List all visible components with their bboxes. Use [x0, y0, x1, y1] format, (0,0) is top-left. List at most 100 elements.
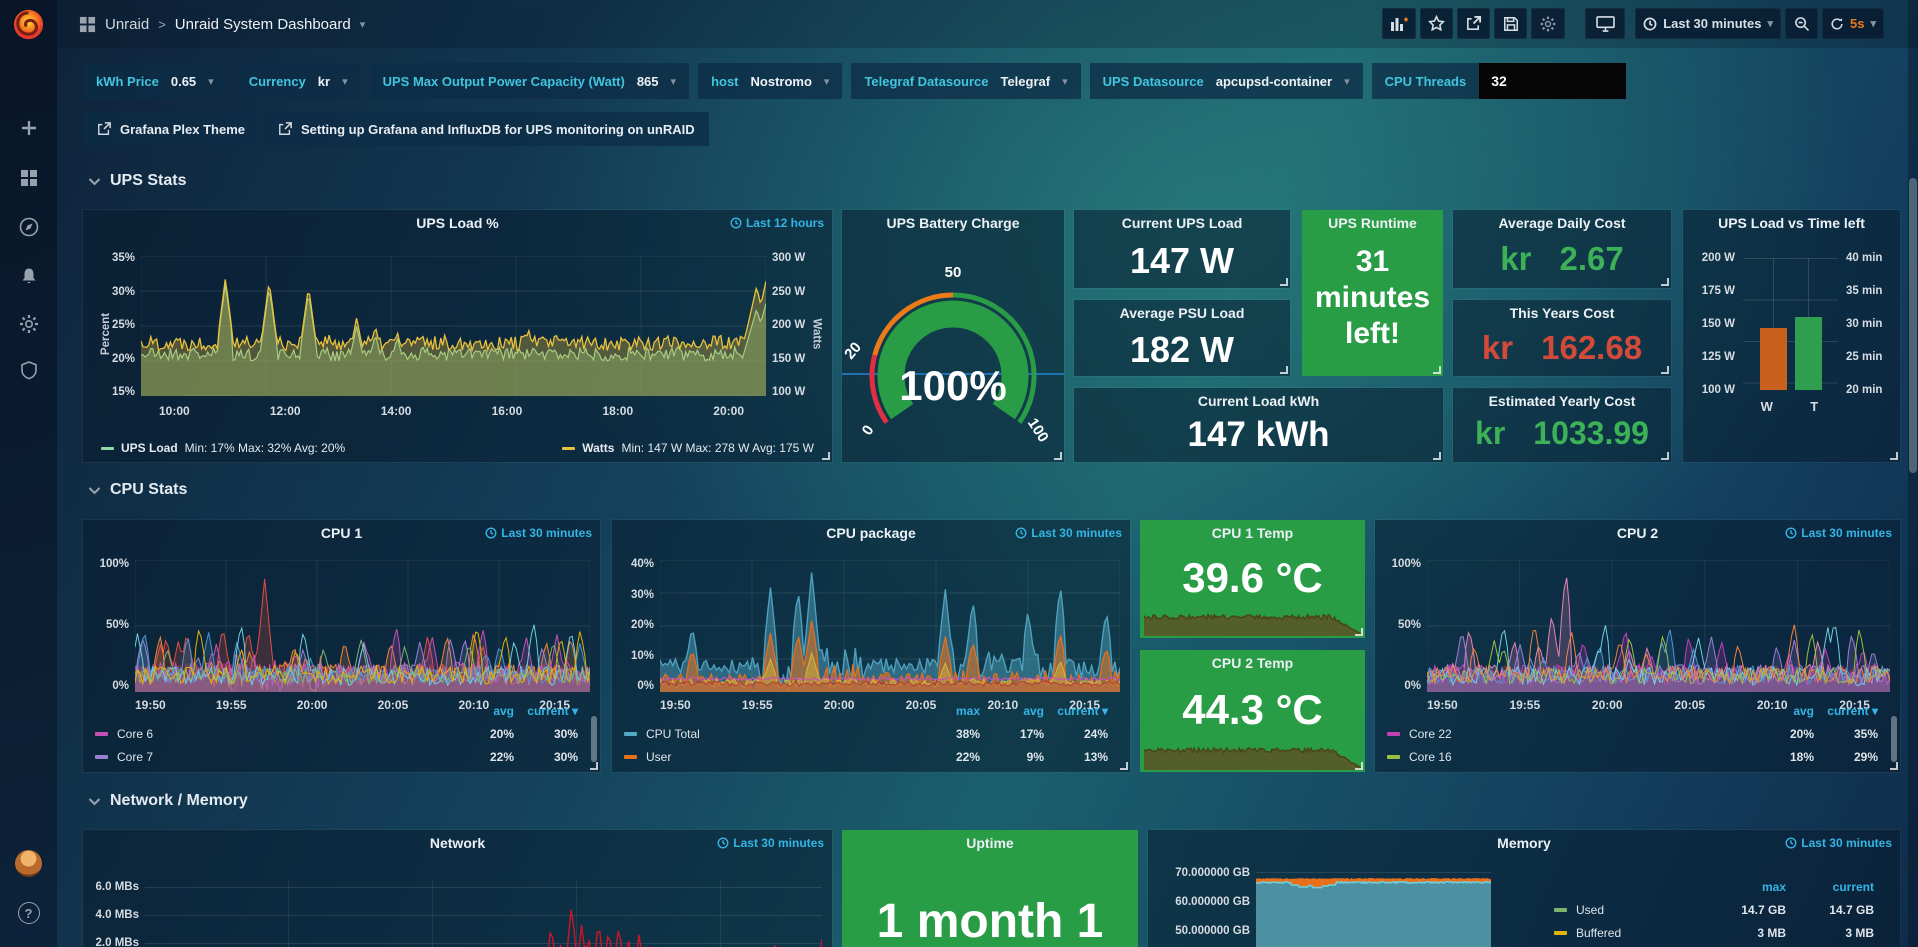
- legend-header-current[interactable]: current ▾: [514, 704, 578, 718]
- panel-title[interactable]: Uptime: [842, 830, 1138, 857]
- bar-chart[interactable]: [1743, 258, 1838, 390]
- y-axis: 100%50%0%: [1383, 558, 1421, 692]
- panel-resize-handle[interactable]: [590, 762, 598, 770]
- panel-title[interactable]: Estimated Yearly Cost: [1453, 388, 1671, 415]
- legend-table: maxcurrentUsed14.7 GB14.7 GBBuffered3 MB…: [1554, 875, 1874, 944]
- legend-series[interactable]: UPS Load: [121, 441, 178, 455]
- y-tick: 35%: [99, 252, 135, 264]
- create-plus-icon[interactable]: [0, 110, 57, 146]
- legend-header-current[interactable]: current ▾: [1814, 704, 1878, 718]
- dashboard-picker-caret-icon[interactable]: ▾: [360, 18, 366, 31]
- legend-series[interactable]: CPU Total: [624, 727, 916, 741]
- section-cpu-stats[interactable]: CPU Stats: [88, 481, 187, 499]
- panel-title[interactable]: UPS Runtime: [1302, 210, 1443, 237]
- panel-title[interactable]: UPS Load vs Time left: [1683, 210, 1900, 237]
- scrollbar-thumb[interactable]: [1909, 178, 1917, 473]
- y-axis: 70.000000 GB60.000000 GB50.000000 GB: [1156, 867, 1250, 947]
- cpu2-chart[interactable]: [1427, 560, 1890, 692]
- legend-series[interactable]: Core 6: [95, 727, 450, 741]
- grafana-logo-icon[interactable]: [9, 5, 48, 44]
- link-grafana-plex-theme[interactable]: Grafana Plex Theme: [83, 112, 259, 146]
- panel-title[interactable]: CPU 1 Temp: [1140, 520, 1365, 547]
- panel-resize-handle[interactable]: [1433, 366, 1441, 374]
- panel-title[interactable]: UPS Load %: [83, 210, 832, 237]
- legend-header-max[interactable]: max: [1698, 880, 1786, 894]
- legend-marker: [1554, 931, 1567, 935]
- legend-header-avg[interactable]: avg: [980, 704, 1044, 718]
- panel-resize-handle[interactable]: [1661, 366, 1669, 374]
- cpu1-chart[interactable]: [135, 560, 590, 692]
- panel-resize-handle[interactable]: [1661, 452, 1669, 460]
- panel-title[interactable]: Current UPS Load: [1074, 210, 1290, 237]
- bar-T[interactable]: [1795, 317, 1822, 390]
- panel-resize-handle[interactable]: [1890, 452, 1898, 460]
- section-network-memory[interactable]: Network / Memory: [88, 792, 248, 810]
- panel-title[interactable]: UPS Battery Charge: [842, 210, 1064, 237]
- panel-title[interactable]: Average Daily Cost: [1453, 210, 1671, 237]
- dashboards-icon[interactable]: [0, 160, 57, 196]
- ups-load-chart[interactable]: [141, 256, 766, 396]
- legend-header-avg[interactable]: avg: [1750, 704, 1814, 718]
- legend-header-current[interactable]: current: [1786, 880, 1874, 894]
- panel-resize-handle[interactable]: [1890, 762, 1898, 770]
- cpu-package-chart[interactable]: [660, 560, 1120, 692]
- legend-header-current[interactable]: current ▾: [1044, 704, 1108, 718]
- user-avatar[interactable]: [0, 845, 57, 881]
- variable-ups-max-output[interactable]: UPS Max Output Power Capacity (Watt)865▾: [370, 63, 689, 99]
- dashboard-settings-button[interactable]: [1531, 8, 1565, 39]
- add-panel-button[interactable]: [1382, 8, 1416, 39]
- configuration-gear-icon[interactable]: [0, 306, 57, 342]
- refresh-picker[interactable]: 5s ▾: [1822, 8, 1884, 39]
- panel-resize-handle[interactable]: [1355, 628, 1363, 636]
- variable-host[interactable]: hostNostromo▾: [698, 63, 842, 99]
- variable-kwh-price[interactable]: kWh Price0.65▾: [83, 63, 227, 99]
- cycle-view-monitor-icon[interactable]: [1585, 8, 1625, 39]
- legend-series[interactable]: Used: [1554, 903, 1698, 917]
- panel-cpu2-temp: CPU 2 Temp 44.3 °C: [1140, 650, 1365, 772]
- page-title[interactable]: Unraid System Dashboard: [175, 16, 351, 33]
- panel-title[interactable]: CPU 2 Temp: [1140, 650, 1365, 677]
- variable-currency[interactable]: Currencykr▾: [236, 63, 361, 99]
- star-button[interactable]: [1420, 8, 1453, 39]
- help-icon[interactable]: ?: [0, 895, 57, 931]
- dashboard-links-row: Grafana Plex Theme Setting up Grafana an…: [83, 112, 709, 146]
- save-button[interactable]: [1494, 8, 1527, 39]
- panel-resize-handle[interactable]: [822, 452, 830, 460]
- cpu-threads-input[interactable]: [1479, 63, 1626, 99]
- legend-series[interactable]: Core 22: [1387, 727, 1750, 741]
- legend-series[interactable]: Core 7: [95, 750, 450, 764]
- legend-series[interactable]: Buffered: [1554, 926, 1698, 940]
- legend-header-avg[interactable]: avg: [450, 704, 514, 718]
- panel-resize-handle[interactable]: [1355, 762, 1363, 770]
- admin-shield-icon[interactable]: [0, 352, 57, 388]
- legend-series[interactable]: User: [624, 750, 916, 764]
- legend-scrollbar[interactable]: [1891, 716, 1897, 762]
- panel-title[interactable]: Average PSU Load: [1074, 300, 1290, 327]
- zoom-out-button[interactable]: [1785, 8, 1818, 39]
- panel-title[interactable]: Current Load kWh: [1074, 388, 1443, 415]
- panel-resize-handle[interactable]: [1054, 452, 1062, 460]
- panel-resize-handle[interactable]: [1280, 278, 1288, 286]
- bar-W[interactable]: [1760, 328, 1787, 390]
- variable-telegraf-datasource[interactable]: Telegraf DatasourceTelegraf▾: [851, 63, 1080, 99]
- breadcrumb-folder[interactable]: Unraid: [105, 16, 149, 33]
- panel-resize-handle[interactable]: [1280, 366, 1288, 374]
- alerting-bell-icon[interactable]: [0, 258, 57, 294]
- legend-series[interactable]: Watts: [582, 441, 614, 455]
- legend-header-max[interactable]: max: [916, 704, 980, 718]
- panel-resize-handle[interactable]: [1661, 278, 1669, 286]
- share-button[interactable]: [1457, 8, 1490, 39]
- explore-compass-icon[interactable]: [0, 209, 57, 245]
- memory-chart[interactable]: [1256, 868, 1491, 947]
- network-chart[interactable]: [145, 880, 822, 947]
- panel-title[interactable]: This Years Cost: [1453, 300, 1671, 327]
- link-ups-monitoring-guide[interactable]: Setting up Grafana and InfluxDB for UPS …: [264, 112, 709, 146]
- legend-series[interactable]: Core 16: [1387, 750, 1750, 764]
- legend-scrollbar[interactable]: [591, 716, 597, 762]
- variable-ups-datasource[interactable]: UPS Datasourceapcupsd-container▾: [1090, 63, 1363, 99]
- panel-resize-handle[interactable]: [1433, 452, 1441, 460]
- section-ups-stats[interactable]: UPS Stats: [88, 172, 186, 190]
- time-range-picker[interactable]: Last 30 minutes ▾: [1635, 8, 1781, 39]
- panel-resize-handle[interactable]: [1120, 762, 1128, 770]
- apps-grid-icon: [79, 16, 96, 33]
